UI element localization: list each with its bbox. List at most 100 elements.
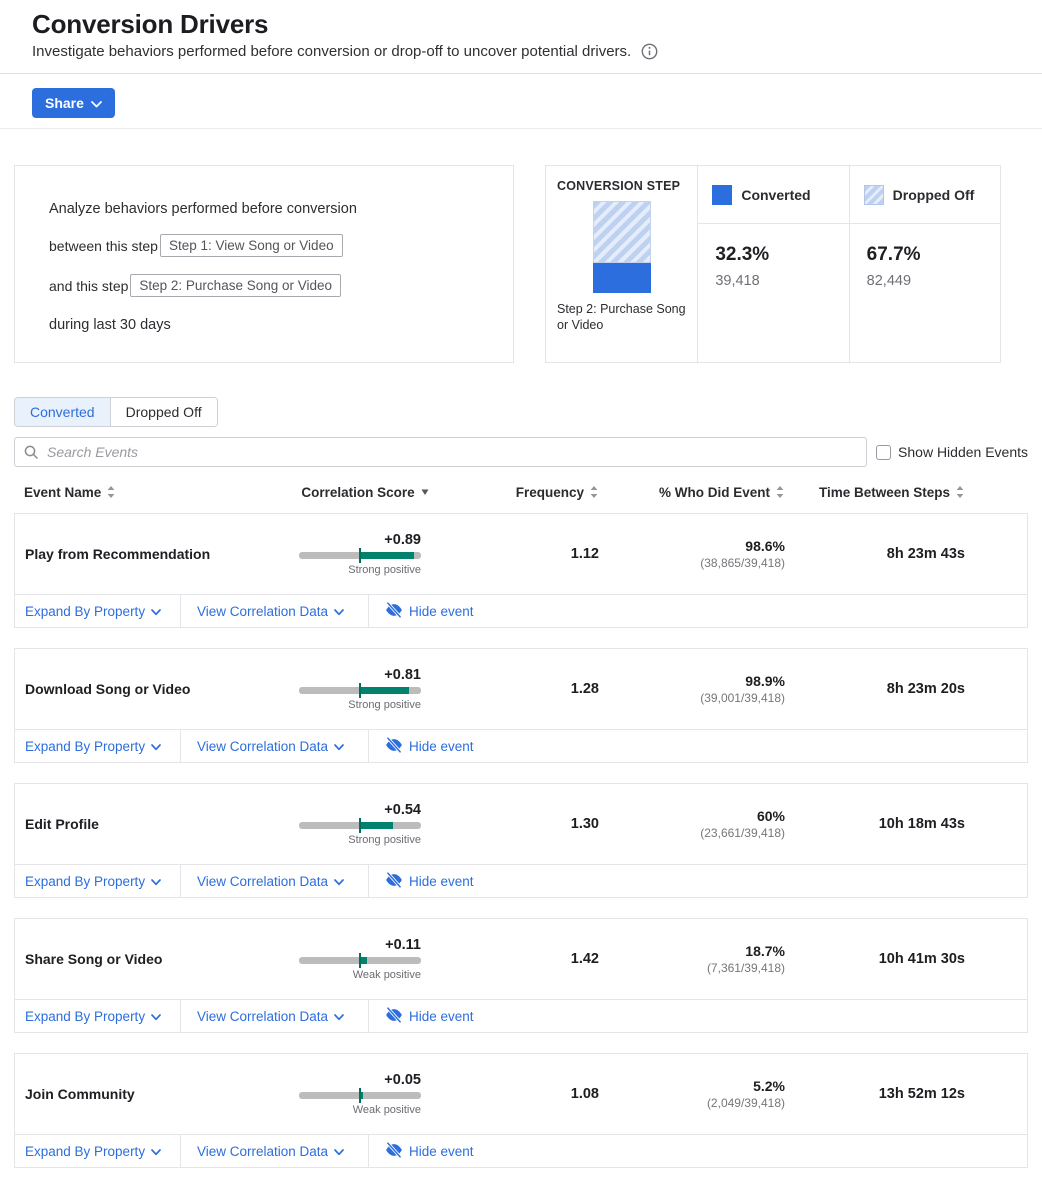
frequency-value: 1.08 (439, 1086, 599, 1102)
chevron-down-icon (91, 95, 102, 111)
show-hidden-events-toggle[interactable]: Show Hidden Events (876, 444, 1028, 460)
correlation-bar (299, 687, 421, 694)
event-rows-list: Play from Recommendation +0.89 Strong po… (0, 513, 1042, 1168)
info-icon[interactable] (641, 43, 658, 60)
pct-who-did-event-cell: 5.2% (2,049/39,418) (599, 1078, 785, 1110)
hide-event-button[interactable]: Hide event (369, 595, 474, 627)
correlation-bar-zero-tick (359, 683, 361, 698)
chevron-down-icon (151, 604, 161, 619)
chevron-down-icon (334, 1144, 344, 1159)
expand-by-property-button[interactable]: Expand By Property (15, 865, 181, 897)
frequency-value: 1.12 (439, 546, 599, 562)
correlation-bar-zero-tick (359, 953, 361, 968)
chevron-down-icon (151, 1144, 161, 1159)
pct-who-did-event-cell: 98.6% (38,865/39,418) (599, 538, 785, 570)
pct-who-did-event-cell: 60% (23,661/39,418) (599, 808, 785, 840)
conversion-summary-panel: CONVERSION STEP Step 2: Purchase Song or… (545, 165, 1001, 363)
pct-fraction: (39,001/39,418) (599, 691, 785, 705)
event-row-card: Edit Profile +0.54 Strong positive 1.30 … (14, 783, 1028, 898)
chevron-down-icon (334, 874, 344, 889)
hide-event-button[interactable]: Hide event (369, 1000, 474, 1032)
correlation-bar-fill (360, 957, 367, 964)
time-between-steps-value: 10h 18m 43s (785, 816, 965, 832)
dropped-legend-swatch (864, 185, 884, 205)
expand-by-property-button[interactable]: Expand By Property (15, 730, 181, 762)
correlation-score-cell: +0.11 Weak positive (299, 937, 421, 981)
correlation-score-cell: +0.54 Strong positive (299, 802, 421, 846)
hide-event-button[interactable]: Hide event (369, 865, 474, 897)
dropped-off-bar-segment (593, 201, 651, 263)
expand-by-property-button[interactable]: Expand By Property (15, 1135, 181, 1167)
expand-by-property-button[interactable]: Expand By Property (15, 1000, 181, 1032)
tab-dropped-off[interactable]: Dropped Off (111, 398, 217, 426)
view-correlation-data-button[interactable]: View Correlation Data (181, 865, 369, 897)
step1-selector[interactable]: Step 1: View Song or Video (160, 234, 343, 257)
expand-by-property-button[interactable]: Expand By Property (15, 595, 181, 627)
pct-value: 5.2% (599, 1078, 785, 1094)
view-correlation-data-button[interactable]: View Correlation Data (181, 730, 369, 762)
eye-off-icon (385, 601, 403, 622)
chevron-down-icon (151, 739, 161, 754)
search-input[interactable] (14, 437, 867, 467)
view-correlation-data-button[interactable]: View Correlation Data (181, 595, 369, 627)
pct-fraction: (38,865/39,418) (599, 556, 785, 570)
correlation-bar (299, 552, 421, 559)
tab-converted[interactable]: Converted (15, 398, 111, 426)
hide-event-button[interactable]: Hide event (369, 730, 474, 762)
conversion-step-label: Step 2: Purchase Song or Video (557, 301, 686, 333)
frequency-value: 1.30 (439, 816, 599, 832)
correlation-bar-zero-tick (359, 818, 361, 833)
time-between-steps-value: 10h 41m 30s (785, 951, 965, 967)
correlation-score-cell: +0.89 Strong positive (299, 532, 421, 576)
correlation-bar-fill (360, 687, 409, 694)
sort-icon (776, 486, 784, 498)
column-header-time-between-steps[interactable]: Time Between Steps (784, 485, 964, 500)
show-hidden-checkbox[interactable] (876, 445, 891, 460)
chevron-down-icon (151, 1009, 161, 1024)
converted-percentage: 32.3% (715, 244, 848, 266)
dropped-legend-label: Dropped Off (893, 187, 975, 203)
pct-value: 98.9% (599, 673, 785, 689)
result-tabs: Converted Dropped Off (14, 397, 218, 427)
event-row-card: Join Community +0.05 Weak positive 1.08 … (14, 1053, 1028, 1168)
view-correlation-data-button[interactable]: View Correlation Data (181, 1135, 369, 1167)
show-hidden-label: Show Hidden Events (898, 444, 1028, 460)
table-header-row: Event Name Correlation Score Frequency %… (14, 479, 1028, 505)
sort-icon (590, 486, 598, 498)
view-correlation-data-button[interactable]: View Correlation Data (181, 1000, 369, 1032)
correlation-score-value: +0.05 (299, 1072, 421, 1088)
event-name: Play from Recommendation (25, 546, 293, 562)
event-row-card: Play from Recommendation +0.89 Strong po… (14, 513, 1028, 628)
correlation-score-value: +0.89 (299, 532, 421, 548)
date-range-label: during last 30 days (49, 317, 479, 333)
converted-bar-segment (593, 263, 651, 293)
hide-event-button[interactable]: Hide event (369, 1135, 474, 1167)
dropped-stat-column: Dropped Off 67.7% 82,449 (849, 166, 1000, 362)
column-header-pct-who-did-event[interactable]: % Who Did Event (598, 485, 784, 500)
column-header-frequency[interactable]: Frequency (438, 485, 598, 500)
pct-who-did-event-cell: 98.9% (39,001/39,418) (599, 673, 785, 705)
converted-stat-column: Converted 32.3% 39,418 (697, 166, 848, 362)
column-header-correlation-score[interactable]: Correlation Score (292, 485, 438, 500)
correlation-strength-label: Strong positive (299, 564, 421, 576)
step2-selector[interactable]: Step 2: Purchase Song or Video (130, 274, 341, 297)
sort-icon (107, 486, 115, 498)
eye-off-icon (385, 1141, 403, 1162)
pct-value: 60% (599, 808, 785, 824)
correlation-score-cell: +0.05 Weak positive (299, 1072, 421, 1116)
page-title: Conversion Drivers (32, 9, 1010, 40)
share-button[interactable]: Share (32, 88, 115, 118)
analysis-setup-panel: Analyze behaviors performed before conve… (14, 165, 514, 363)
time-between-steps-value: 8h 23m 43s (785, 546, 965, 562)
column-header-event-name[interactable]: Event Name (24, 485, 292, 500)
event-name: Edit Profile (25, 816, 293, 832)
page-header: Conversion Drivers Investigate behaviors… (0, 0, 1042, 74)
correlation-bar (299, 957, 421, 964)
chevron-down-icon (334, 604, 344, 619)
event-row-card: Share Song or Video +0.11 Weak positive … (14, 918, 1028, 1033)
toolbar: Share (0, 74, 1042, 129)
event-name: Join Community (25, 1086, 293, 1102)
dropped-percentage: 67.7% (867, 244, 1000, 266)
correlation-strength-label: Strong positive (299, 834, 421, 846)
sort-descending-icon (421, 489, 429, 495)
